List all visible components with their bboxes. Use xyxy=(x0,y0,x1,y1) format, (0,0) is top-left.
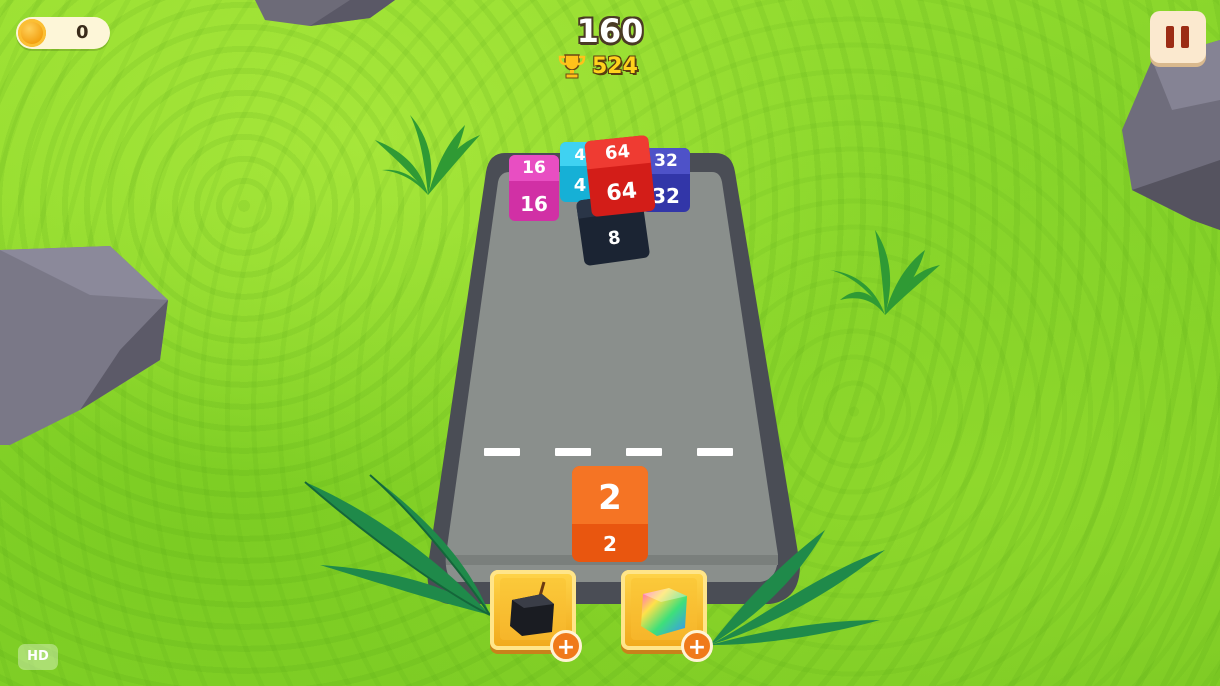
game-board xyxy=(427,153,800,604)
bomb-icon xyxy=(510,581,554,636)
trophy-icon xyxy=(558,54,586,79)
rainbow-cube-icon xyxy=(641,588,687,636)
add-rainbow-cube-button[interactable]: + xyxy=(681,630,713,662)
leaf-left xyxy=(304,474,491,616)
add-bomb-button[interactable]: + xyxy=(550,630,582,662)
coin-value: 0 xyxy=(76,22,89,43)
lane-dash xyxy=(697,448,733,456)
pause-icon-bar xyxy=(1181,26,1189,48)
pause-icon xyxy=(1166,26,1174,48)
pause-button[interactable] xyxy=(1150,11,1206,63)
lane-dash xyxy=(555,448,591,456)
shooter-cube[interactable]: 2 2 xyxy=(572,466,648,562)
leaf-right xyxy=(710,530,885,645)
coin-counter: 0 xyxy=(16,17,110,49)
current-score: 160 xyxy=(576,12,644,50)
lane-dash xyxy=(626,448,662,456)
cube-16: 16 16 xyxy=(509,155,559,221)
hd-quality-toggle[interactable]: HD xyxy=(18,644,58,670)
best-score-value: 524 xyxy=(592,54,638,79)
cube-64: 64 64 xyxy=(584,134,656,218)
lane-dash xyxy=(484,448,520,456)
coin-icon xyxy=(18,19,46,47)
